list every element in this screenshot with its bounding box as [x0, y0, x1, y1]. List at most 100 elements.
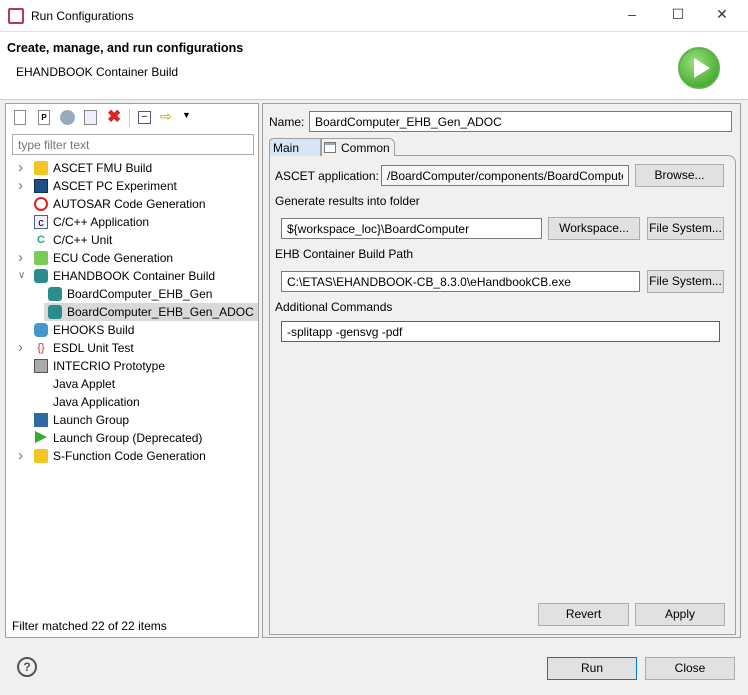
tree-item[interactable]: c C/C++ Application — [6, 213, 258, 231]
tree-item-label: Java Applet — [53, 377, 116, 391]
dialog-header: Create, manage, and run configurations E… — [0, 32, 748, 100]
tree-toolbar: P ✖ – ⇨ ▼ — [12, 107, 212, 127]
c-unit-icon: C — [37, 234, 45, 246]
tree-item-label: BoardComputer_EHB_Gen_ADOC — [67, 305, 254, 319]
ecu-codegen-icon — [34, 251, 48, 265]
export-icon[interactable] — [60, 110, 75, 125]
tree-item-label: S-Function Code Generation — [53, 449, 206, 463]
new-prototype-icon[interactable]: P — [38, 110, 50, 125]
tab-common[interactable]: Common — [321, 138, 395, 156]
browse-button[interactable]: Browse... — [635, 164, 724, 187]
configuration-tree: › ASCET FMU Build › ASCET PC Experiment AUTO… — [6, 159, 258, 479]
tree-item-label: INTECRIO Prototype — [53, 359, 166, 373]
ascet-application-input[interactable] — [381, 165, 629, 186]
ehooks-icon — [34, 323, 48, 337]
tree-item-label: Java Application — [53, 395, 140, 409]
chevron-right-icon[interactable]: › — [18, 177, 23, 195]
chevron-right-icon[interactable]: › — [18, 159, 23, 177]
chevron-down-icon[interactable]: ∨ — [18, 267, 25, 285]
tree-item[interactable]: INTECRIO Prototype — [6, 357, 258, 375]
configuration-tree-panel: P ✖ – ⇨ ▼ › ASCET FMU Build › ASCET PC Expe… — [5, 103, 259, 638]
ehandbook-icon — [48, 287, 62, 301]
tree-item[interactable]: BoardComputer_EHB_Gen — [6, 285, 258, 303]
chevron-right-icon[interactable]: › — [18, 339, 23, 357]
tree-item[interactable]: Java Application — [6, 393, 258, 411]
tree-item-label: AUTOSAR Code Generation — [53, 197, 206, 211]
results-file-system-button[interactable]: File System... — [647, 217, 724, 240]
build-path-file-system-button[interactable]: File System... — [647, 270, 724, 293]
filter-input[interactable] — [12, 134, 254, 155]
play-icon — [34, 431, 48, 445]
autosar-icon — [34, 197, 48, 211]
name-label: Name: — [269, 115, 305, 129]
additional-commands-input[interactable] — [281, 321, 720, 342]
tree-item[interactable]: EHOOKS Build — [6, 321, 258, 339]
help-icon[interactable]: ? — [17, 657, 37, 677]
toolbar-separator — [129, 109, 130, 127]
results-folder-input[interactable] — [281, 218, 542, 239]
chevron-right-icon[interactable]: › — [18, 249, 23, 267]
header-title: Create, manage, and run configurations — [7, 41, 244, 55]
duplicate-icon[interactable] — [84, 110, 97, 125]
dropdown-icon[interactable]: ▼ — [182, 110, 191, 120]
intecrio-icon — [34, 359, 48, 373]
ascet-pc-icon — [34, 179, 48, 193]
tree-item-label: Launch Group — [53, 413, 130, 427]
tree-item[interactable]: Launch Group — [6, 411, 258, 429]
tree-item-label: ASCET FMU Build — [53, 161, 153, 175]
run-play-icon — [678, 47, 720, 89]
tree-item[interactable]: › ECU Code Generation — [6, 249, 258, 267]
braces-icon: {} — [37, 342, 45, 354]
tree-item-label: EHOOKS Build — [53, 323, 135, 337]
table-icon — [324, 142, 336, 153]
tree-item[interactable]: Launch Group (Deprecated) — [6, 429, 258, 447]
tree-item-label: ASCET PC Experiment — [53, 179, 177, 193]
name-input[interactable] — [309, 111, 732, 132]
tab-main[interactable]: Main — [269, 138, 321, 156]
tree-item[interactable]: C C/C++ Unit — [6, 231, 258, 249]
app-icon — [8, 8, 24, 24]
delete-icon[interactable]: ✖ — [107, 107, 121, 127]
tree-item[interactable]: BoardComputer_EHB_Gen_ADOC — [44, 303, 258, 321]
tree-item-label: BoardComputer_EHB_Gen — [67, 287, 213, 301]
workspace-button[interactable]: Workspace... — [548, 217, 640, 240]
revert-button[interactable]: Revert — [538, 603, 629, 626]
filter-status: Filter matched 22 of 22 items — [12, 619, 167, 633]
tree-item-label: ECU Code Generation — [53, 251, 174, 265]
additional-commands-label: Additional Commands — [275, 300, 393, 314]
chevron-right-icon[interactable]: › — [18, 447, 23, 465]
tree-item[interactable]: ∨ EHANDBOOK Container Build — [6, 267, 258, 285]
tree-item-label: C/C++ Unit — [53, 233, 113, 247]
ehandbook-icon — [34, 269, 48, 283]
new-configuration-icon[interactable] — [14, 110, 26, 125]
minimize-button[interactable]: – — [622, 6, 642, 26]
tree-item[interactable]: Java Applet — [6, 375, 258, 393]
maximize-button[interactable]: ☐ — [668, 6, 688, 26]
tree-item[interactable]: › ASCET FMU Build — [6, 159, 258, 177]
title-bar: Run Configurations – ☐ ✕ — [0, 0, 748, 32]
apply-button[interactable]: Apply — [635, 603, 725, 626]
build-path-input[interactable] — [281, 271, 640, 292]
results-folder-label: Generate results into folder — [275, 194, 420, 208]
tab-common-label: Common — [341, 141, 390, 155]
filter-icon[interactable]: ⇨ — [160, 108, 172, 125]
c-app-icon: c — [34, 215, 48, 229]
close-dialog-button[interactable]: Close — [645, 657, 735, 680]
close-button[interactable]: ✕ — [712, 6, 732, 26]
build-path-label: EHB Container Build Path — [275, 247, 414, 261]
tree-item[interactable]: › S-Function Code Generation — [6, 447, 258, 465]
collapse-all-icon[interactable]: – — [138, 111, 151, 124]
tree-item[interactable]: › ASCET PC Experiment — [6, 177, 258, 195]
tree-item-label: EHANDBOOK Container Build — [53, 269, 216, 283]
launch-group-icon — [34, 413, 48, 427]
ascet-fmu-icon — [34, 161, 48, 175]
header-subtitle: EHANDBOOK Container Build — [16, 65, 179, 79]
tree-item[interactable]: AUTOSAR Code Generation — [6, 195, 258, 213]
run-button[interactable]: Run — [547, 657, 637, 680]
tree-item[interactable]: › {} ESDL Unit Test — [6, 339, 258, 357]
ehandbook-icon — [48, 305, 62, 319]
ascet-application-label: ASCET application: — [275, 169, 379, 183]
tree-item-label: Launch Group (Deprecated) — [53, 431, 203, 445]
configuration-editor-panel: Name: Main Common ASCET application: Bro… — [262, 103, 741, 638]
ascet-fmu-icon — [34, 449, 48, 463]
